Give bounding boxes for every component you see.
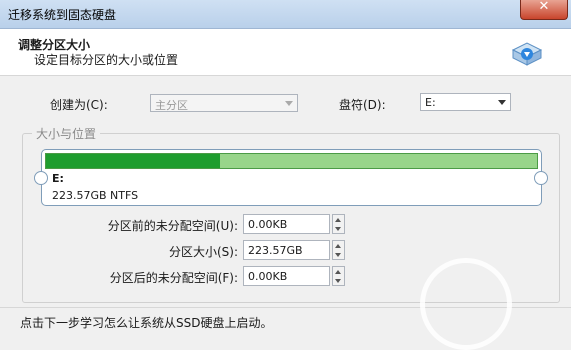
partition-bar[interactable] — [45, 153, 538, 169]
partition-used-bar — [46, 154, 221, 168]
unallocated-after-spinner[interactable] — [332, 266, 345, 286]
chevron-down-icon — [498, 100, 506, 105]
unallocated-after-input[interactable]: 0.00KB — [243, 266, 330, 286]
unallocated-before-label: 分区前的未分配空间(U): — [107, 219, 238, 233]
partition-size-input[interactable]: 223.57GB — [243, 240, 330, 260]
partition-size-spinner[interactable] — [332, 240, 345, 260]
create-as-select: 主分区 — [150, 94, 298, 112]
disk-icon — [511, 42, 543, 66]
watermark-logo — [420, 258, 512, 350]
partition-size-label: 分区大小(S): — [168, 245, 238, 259]
drive-letter-label: 盘符(D): — [339, 98, 386, 112]
title-bar: 迁移系统到固态硬盘 ✕ — [0, 0, 571, 29]
right-resize-handle[interactable] — [534, 171, 548, 185]
unallocated-before-spinner[interactable] — [332, 214, 345, 234]
spin-up-icon — [335, 218, 341, 222]
partition-info: 223.57GB NTFS — [52, 189, 139, 202]
close-icon: ✕ — [538, 0, 550, 14]
hint-text: 点击下一步学习怎么让系统从SSD硬盘上启动。 — [20, 316, 273, 330]
unallocated-after-label: 分区后的未分配空间(F): — [109, 271, 238, 285]
chevron-down-icon — [285, 101, 293, 106]
create-as-label: 创建为(C): — [50, 98, 108, 112]
spin-down-icon — [335, 227, 341, 231]
partition-size-value: 223.57GB — [248, 244, 303, 257]
window-title: 迁移系统到固态硬盘 — [8, 8, 117, 22]
wizard-header: 调整分区大小 设定目标分区的大小或位置 — [0, 29, 571, 76]
spin-up-icon — [335, 270, 341, 274]
unallocated-before-value: 0.00KB — [248, 218, 288, 231]
group-title: 大小与位置 — [32, 125, 101, 142]
partition-letter: E: — [52, 172, 64, 185]
page-subtitle: 设定目标分区的大小或位置 — [34, 53, 179, 67]
spin-up-icon — [335, 244, 341, 248]
left-resize-handle[interactable] — [34, 171, 48, 185]
spin-down-icon — [335, 253, 341, 257]
create-as-value: 主分区 — [155, 99, 188, 112]
drive-letter-select[interactable]: E: — [420, 93, 511, 111]
spin-down-icon — [335, 279, 341, 283]
unallocated-before-input[interactable]: 0.00KB — [243, 214, 330, 234]
close-button[interactable]: ✕ — [520, 0, 568, 20]
drive-letter-value: E: — [425, 96, 436, 109]
unallocated-after-value: 0.00KB — [248, 270, 288, 283]
